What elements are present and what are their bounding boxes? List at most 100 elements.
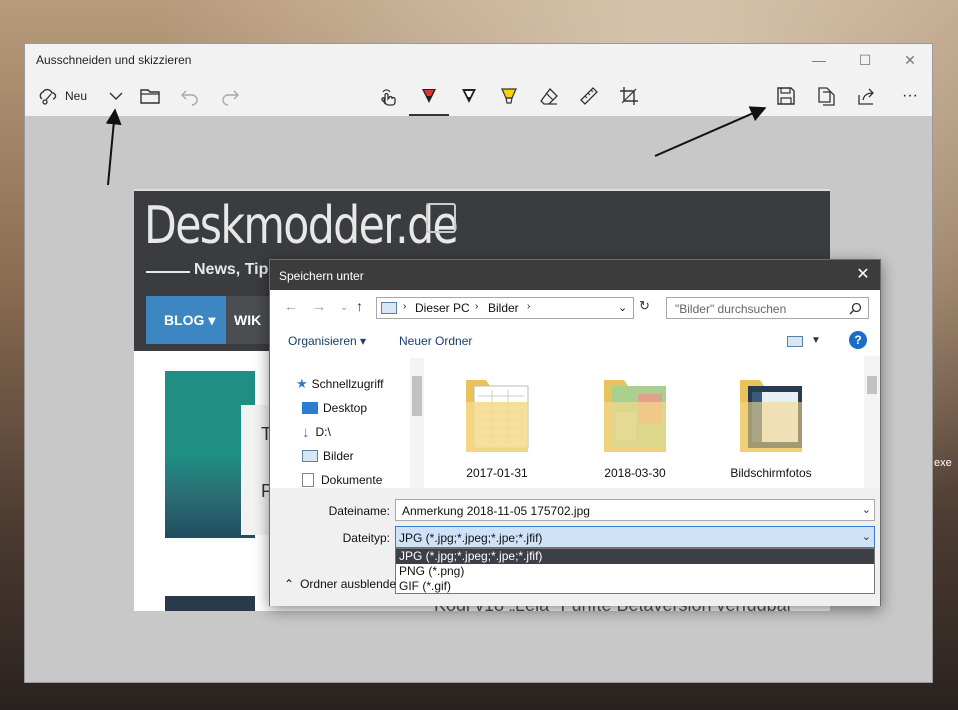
help-button[interactable]: ? <box>849 331 867 349</box>
highlighter-icon <box>501 88 517 104</box>
folder-name: 2017-01-31 <box>466 466 528 480</box>
crop-button[interactable] <box>617 82 641 110</box>
filetype-option[interactable]: JPG (*.jpg;*.jpeg;*.jpe;*.jfif) <box>396 549 874 564</box>
folder-icon <box>140 89 160 104</box>
view-dropdown-icon[interactable]: ▼ <box>811 335 821 346</box>
pictures-icon <box>302 450 318 462</box>
ruler-icon <box>580 87 598 105</box>
dialog-title-bar: Speichern unter ✕ <box>270 260 880 290</box>
minimize-button[interactable]: — <box>796 48 842 72</box>
scroll-thumb[interactable] <box>412 376 422 416</box>
scroll-thumb[interactable] <box>867 376 877 394</box>
folder-item[interactable]: Bildschirmfotos <box>716 372 826 482</box>
toolbar: Neu ··· <box>25 76 932 116</box>
hide-folders-button[interactable]: ⌃ Ordner ausblende <box>284 577 396 591</box>
nav-item-label: Bilder <box>323 449 354 463</box>
share-button[interactable] <box>854 82 878 110</box>
new-snip-icon <box>39 88 57 105</box>
address-dropdown-icon[interactable]: ⌄ <box>618 301 627 314</box>
dialog-close-button[interactable]: ✕ <box>850 262 876 288</box>
folder-name: 2018-03-30 <box>604 466 666 480</box>
save-icon <box>777 87 795 105</box>
chevron-down-icon <box>109 92 123 100</box>
highlighter-button[interactable] <box>497 82 521 110</box>
article-image-2 <box>165 596 255 611</box>
view-options-icon[interactable] <box>787 336 803 347</box>
site-logo: Deskmodder.de <box>144 196 459 256</box>
forward-button[interactable]: → <box>312 298 326 314</box>
folder-thumbnail-icon <box>604 380 666 452</box>
filetype-option[interactable]: GIF (*.gif) <box>396 579 874 594</box>
close-button[interactable]: ✕ <box>887 48 933 72</box>
desktop-icon <box>302 402 318 414</box>
crop-icon <box>620 87 638 105</box>
breadcrumb-pictures[interactable]: Bilder <box>488 301 519 315</box>
ballpoint-pen-button[interactable] <box>417 82 441 110</box>
desktop-file-label: exe <box>934 457 952 469</box>
app-title: Ausschneiden und skizzieren <box>36 53 192 67</box>
selected-tool-indicator <box>409 114 449 116</box>
pencil-icon <box>462 89 476 103</box>
ruler-button[interactable] <box>577 82 601 110</box>
back-button[interactable]: ← <box>284 298 298 314</box>
breadcrumb-this-pc[interactable]: Dieser PC <box>415 301 470 315</box>
filetype-label: Dateityp: <box>342 531 390 545</box>
organize-button[interactable]: Organisieren ▾ <box>288 334 366 348</box>
undo-button[interactable] <box>179 82 201 110</box>
eraser-icon <box>540 88 558 105</box>
save-button[interactable] <box>774 82 798 110</box>
file-list: 2017-01-31 2018-03-30 Bildschirmfotos <box>426 356 864 488</box>
new-folder-button[interactable]: Neuer Ordner <box>399 334 472 348</box>
filetype-select[interactable]: JPG (*.jpg;*.jpeg;*.jpe;*.jfif) ⌄ <box>395 526 875 548</box>
nav-item-label: D:\ <box>315 425 331 439</box>
nav-pane-scrollbar[interactable] <box>410 358 424 488</box>
search-placeholder: "Bilder" durchsuchen <box>675 302 787 316</box>
open-file-button[interactable] <box>139 82 161 110</box>
star-icon: ★ <box>296 376 308 391</box>
document-icon <box>302 473 314 487</box>
copy-button[interactable] <box>814 82 838 110</box>
redo-icon <box>222 90 239 106</box>
filename-input[interactable]: Anmerkung 2018-11-05 175702.jpg ⌄ <box>395 499 875 521</box>
folder-item[interactable]: 2018-03-30 <box>580 372 690 482</box>
refresh-button[interactable]: ↻ <box>639 298 650 314</box>
eraser-button[interactable] <box>537 82 561 110</box>
command-bar: Organisieren ▾ Neuer Ordner ▼ ? <box>270 326 880 356</box>
this-pc-icon <box>381 302 397 314</box>
chevron-up-icon: ⌃ <box>284 577 295 591</box>
folder-item[interactable]: 2017-01-31 <box>442 372 552 482</box>
touch-writing-button[interactable] <box>376 82 400 110</box>
folder-name: Bildschirmfotos <box>730 466 812 480</box>
filename-value: Anmerkung 2018-11-05 175702.jpg <box>402 504 590 518</box>
up-button[interactable]: ↑ <box>356 298 363 314</box>
nav-item-quick-access[interactable]: ★ Schnellzugriff <box>296 374 383 394</box>
address-bar[interactable]: › Dieser PC › Bilder › ⌄ <box>376 297 634 319</box>
nav-item-label: Dokumente <box>321 473 383 487</box>
maximize-button[interactable]: ☐ <box>842 48 888 72</box>
filetype-value: JPG (*.jpg;*.jpeg;*.jpe;*.jfif) <box>399 531 543 545</box>
navigation-row: ← → ⌄ ↑ › Dieser PC › Bilder › ⌄ ↻ "Bild… <box>270 290 880 326</box>
hide-folders-label: Ordner ausblende <box>300 577 397 591</box>
file-list-scrollbar[interactable] <box>864 356 880 488</box>
redo-button[interactable] <box>219 82 241 110</box>
undo-icon <box>181 90 198 106</box>
new-dropdown-button[interactable] <box>105 82 127 110</box>
copy-icon <box>818 87 835 106</box>
chevron-down-icon[interactable]: ⌄ <box>862 503 871 516</box>
chevron-down-icon[interactable]: ⌄ <box>862 530 871 543</box>
save-form: Dateiname: Anmerkung 2018-11-05 175702.j… <box>270 488 880 606</box>
search-input[interactable]: "Bilder" durchsuchen <box>666 297 869 319</box>
download-icon: ↓ <box>302 423 310 441</box>
nav-item-label: Desktop <box>323 401 368 415</box>
folder-thumbnail-icon <box>466 380 529 452</box>
tagline-rule <box>146 271 190 273</box>
new-button-label: Neu <box>65 89 88 103</box>
filename-label: Dateiname: <box>328 504 390 518</box>
pencil-button[interactable] <box>457 82 481 110</box>
ballpoint-pen-icon <box>422 89 436 103</box>
filetype-option[interactable]: PNG (*.png) <box>396 564 874 579</box>
recent-locations-button[interactable]: ⌄ <box>340 302 348 313</box>
more-options-button[interactable]: ··· <box>895 82 925 110</box>
site-tagline: News, Tip <box>194 261 269 278</box>
new-button[interactable]: Neu <box>37 82 87 110</box>
